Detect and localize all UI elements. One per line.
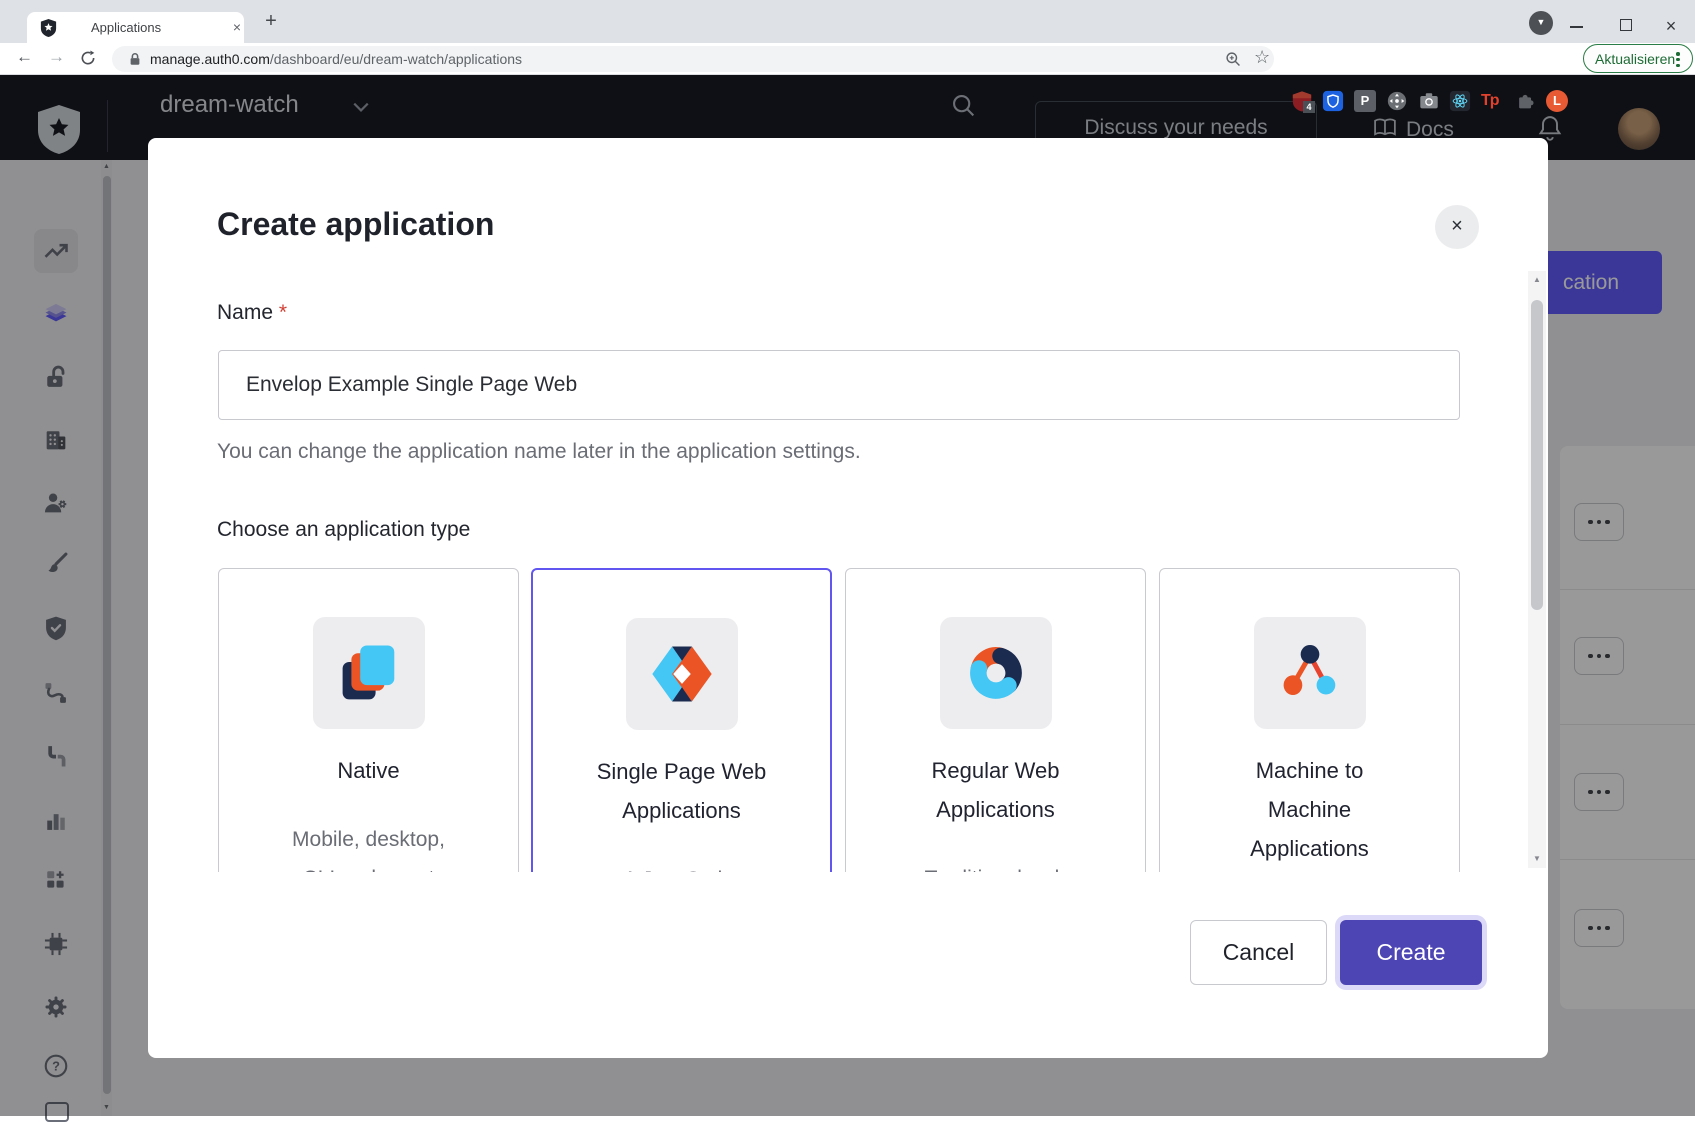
profile-initial: L xyxy=(1553,93,1561,108)
application-type-cards: Native Mobile, desktop, CLI and smart Si… xyxy=(148,568,1548,872)
url-host: manage.auth0.com xyxy=(150,51,270,67)
camera-extension-icon[interactable] xyxy=(1418,90,1440,112)
card-single-page-web[interactable]: Single Page Web Applications A JavaScrip… xyxy=(531,568,832,872)
card-machine-to-machine[interactable]: Machine to Machine Applications xyxy=(1159,568,1460,872)
m2m-icon-tile xyxy=(1254,617,1366,729)
browser-update-chevron-icon[interactable]: ▼ xyxy=(1529,11,1553,35)
card-description: Mobile, desktop, CLI and smart xyxy=(279,820,459,872)
bookmark-star-icon[interactable]: ☆ xyxy=(1254,47,1270,68)
browser-profile-avatar[interactable]: L xyxy=(1546,90,1568,112)
card-description: A JavaScript xyxy=(592,860,772,872)
ublock-extension-icon[interactable]: 4 xyxy=(1291,90,1313,112)
create-button[interactable]: Create xyxy=(1340,920,1482,985)
regular-web-icon-tile xyxy=(940,617,1052,729)
card-description: Traditional web xyxy=(906,859,1086,872)
modal-scroll-up-icon[interactable]: ▲ xyxy=(1528,275,1546,284)
react-devtools-extension-icon[interactable] xyxy=(1449,90,1471,112)
tp-extension-label: Tp xyxy=(1481,92,1499,109)
close-icon[interactable]: × xyxy=(1435,205,1479,249)
name-help-text: You can change the application name late… xyxy=(217,440,861,464)
modal-scroll-down-icon[interactable]: ▼ xyxy=(1528,854,1546,863)
p-extension-icon[interactable]: P xyxy=(1354,90,1376,112)
browser-tab-bar: Applications × + ▼ × xyxy=(0,0,1695,43)
modal-scroll-thumb[interactable] xyxy=(1531,300,1543,610)
update-button-label: Aktualisieren xyxy=(1595,51,1675,67)
card-title: Native xyxy=(264,751,474,790)
native-icon xyxy=(336,640,402,706)
browser-update-button[interactable]: Aktualisieren xyxy=(1583,44,1693,73)
required-asterisk: * xyxy=(279,301,287,324)
native-icon-tile xyxy=(313,617,425,729)
card-native[interactable]: Native Mobile, desktop, CLI and smart xyxy=(218,568,519,872)
browser-toolbar: ← → manage.auth0.com/dashboard/eu/dream-… xyxy=(0,43,1695,75)
name-label: Name * xyxy=(217,301,287,325)
forward-button[interactable]: → xyxy=(48,47,65,67)
auth0-favicon xyxy=(40,19,57,37)
card-title: Regular Web Applications xyxy=(891,751,1101,829)
zoom-icon[interactable] xyxy=(1225,51,1242,68)
browser-tab[interactable]: Applications × xyxy=(27,12,244,43)
card-regular-web[interactable]: Regular Web Applications Traditional web xyxy=(845,568,1146,872)
move-crosshair-extension-icon[interactable] xyxy=(1386,90,1408,112)
window-close-button[interactable]: × xyxy=(1658,13,1684,39)
window-minimize-button[interactable] xyxy=(1570,26,1583,28)
card-title: Machine to Machine Applications xyxy=(1230,751,1390,868)
modal-scrollbar[interactable]: ▲ ▼ xyxy=(1528,271,1546,868)
card-title: Single Page Web Applications xyxy=(577,752,787,830)
name-label-text: Name xyxy=(217,301,273,324)
url-text: manage.auth0.com/dashboard/eu/dream-watc… xyxy=(150,51,522,67)
url-bar[interactable]: manage.auth0.com/dashboard/eu/dream-watc… xyxy=(112,46,1274,72)
extensions-puzzle-icon[interactable] xyxy=(1515,90,1537,112)
bitwarden-extension-icon[interactable] xyxy=(1322,90,1344,112)
create-application-modal: Create application × Name * You can chan… xyxy=(148,138,1548,1058)
tab-close-icon[interactable]: × xyxy=(227,17,247,37)
tab-title: Applications xyxy=(91,20,161,35)
cancel-button[interactable]: Cancel xyxy=(1190,920,1327,985)
chrome-menu-kebab-icon[interactable] xyxy=(1676,50,1680,69)
reload-button[interactable] xyxy=(79,49,97,67)
lock-icon xyxy=(128,52,142,66)
new-tab-button[interactable]: + xyxy=(258,9,284,35)
p-extension-label: P xyxy=(1361,93,1370,108)
m2m-icon xyxy=(1277,640,1343,706)
modal-title: Create application xyxy=(217,206,494,243)
regular-web-icon xyxy=(963,640,1029,706)
window-maximize-button[interactable] xyxy=(1620,19,1632,31)
application-name-input[interactable] xyxy=(218,350,1460,420)
tp-extension-icon[interactable]: Tp xyxy=(1481,90,1503,112)
spa-icon-tile xyxy=(626,618,738,730)
application-type-label: Choose an application type xyxy=(217,518,470,542)
back-button[interactable]: ← xyxy=(16,47,33,67)
spa-icon xyxy=(649,641,715,707)
ublock-badge: 4 xyxy=(1303,101,1315,113)
url-path: /dashboard/eu/dream-watch/applications xyxy=(270,51,522,67)
